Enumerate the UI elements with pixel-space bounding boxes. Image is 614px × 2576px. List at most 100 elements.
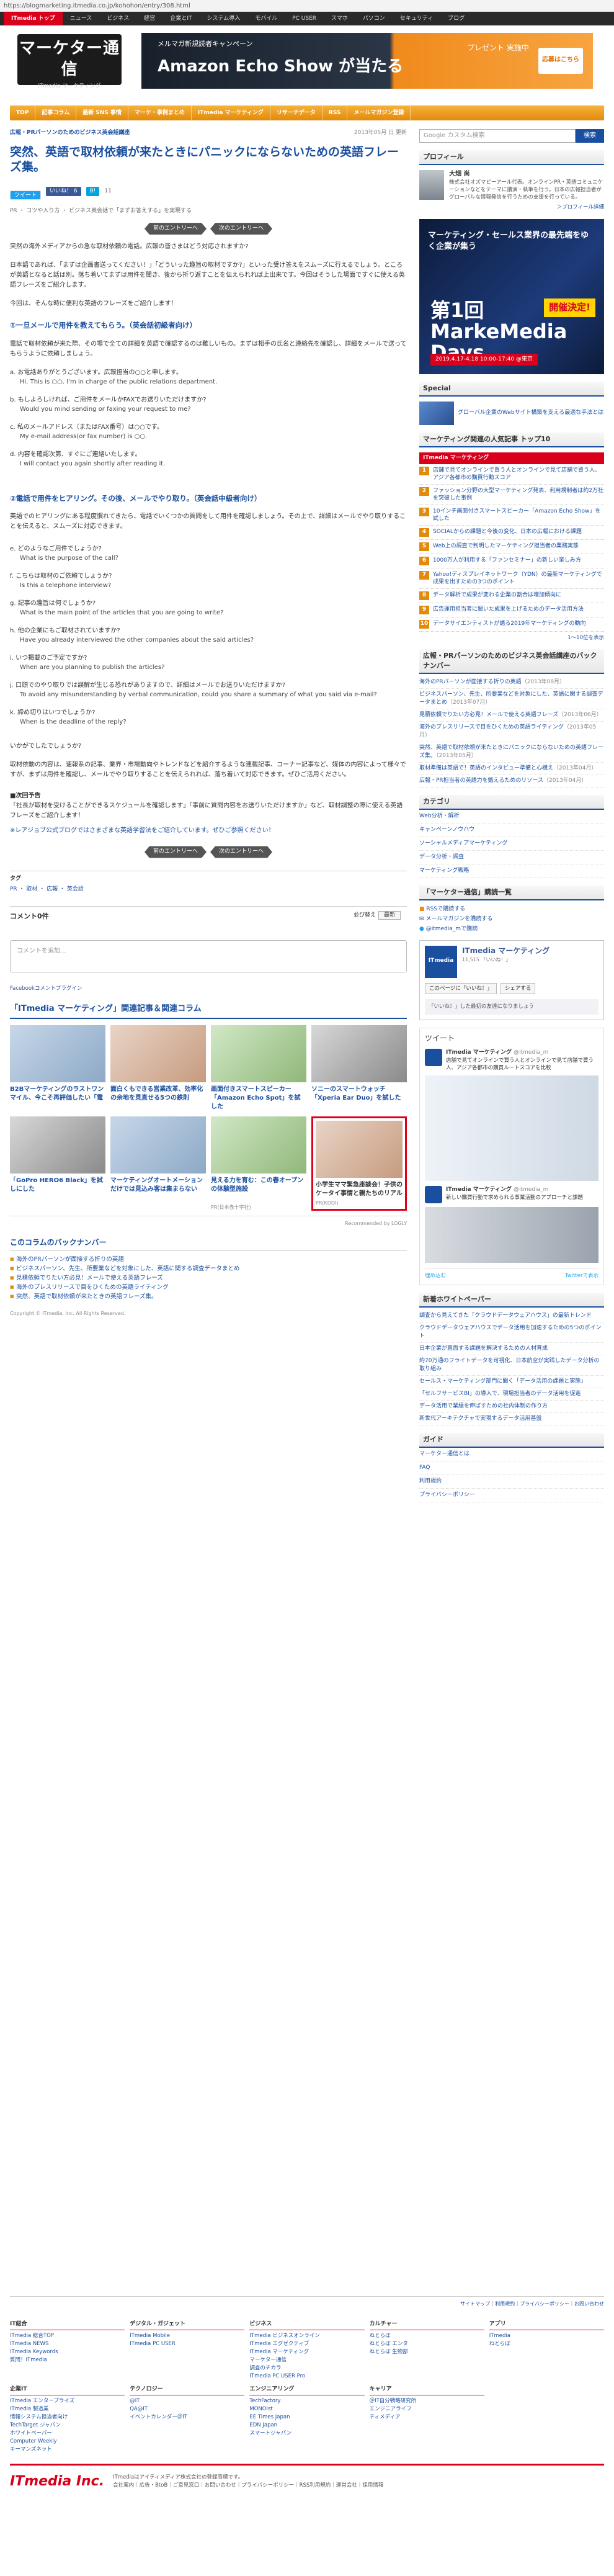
snav-item[interactable]: RSS (323, 105, 348, 120)
footer-link[interactable]: マーケター通信 (249, 2356, 364, 2364)
footer-link[interactable]: キーマンズネット (10, 2446, 125, 2454)
footer-link[interactable]: ティメディア (370, 2413, 484, 2421)
pr-backnumber-item[interactable]: 海外のPRパーソンが面接する折りの英語（2013年08月） (419, 676, 604, 689)
footer-link[interactable]: EDN Japan (249, 2421, 364, 2430)
related-card[interactable]: 見える力を育む：この春オープンの体験型施設 PR(日本赤十字社) (211, 1116, 306, 1211)
footer-link[interactable]: ITmedia エンタープライズ (10, 2397, 125, 2405)
tweet-image[interactable] (425, 1075, 598, 1182)
related-title[interactable]: 「GoPro HERO6 Black」を試しにした (10, 1177, 105, 1203)
pr-backnumber-item[interactable]: 取材準備は英語で！英語のインタビュー準備と心構え（2013年04月） (419, 763, 604, 775)
related-ad-card[interactable]: 小学生ママ緊急座談会！子供のケータイ事情と親たちのリアル PR(KDDI) (311, 1116, 407, 1211)
gnav-item[interactable]: ブログ (440, 12, 472, 25)
footer-link[interactable]: エンジニアライフ (370, 2405, 484, 2413)
snav-item[interactable]: リサーチデータ (270, 105, 323, 120)
footer-link[interactable]: 質問！ITmedia (10, 2356, 125, 2364)
related-card[interactable]: マーケティングオートメーションだけでは見込み客は集まらない (110, 1116, 206, 1211)
related-title[interactable]: 画面付きスマートスピーカー「Amazon Echo Spot」を試した (211, 1085, 306, 1111)
ranking-item[interactable]: 4 SOCIALからの課題と今後の変化、日本の広報における課題 (419, 526, 604, 540)
footer-link[interactable]: ITmedia Keywords (10, 2348, 125, 2356)
ad-apply-button[interactable]: 応募はこちら (538, 48, 583, 74)
ranking-item[interactable]: 2 ファッション分野の大型マーケティング発表、利用規制者は約2万社を突破した事例 (419, 485, 604, 505)
fb-page-name[interactable]: ITmedia マーケティング (462, 946, 549, 956)
url-bar[interactable]: https://blogmarketing.itmedia.co.jp/koho… (0, 0, 614, 12)
gnav-item[interactable]: パソコン (355, 12, 393, 25)
footer-link[interactable]: MONOist (249, 2405, 364, 2413)
backnumber-item[interactable]: 突然、英語で取材依頼が来たときの英語フレーズ集。 (10, 1292, 407, 1301)
event-banner[interactable]: マーケティング・セールス業界の最先端をゆく企業が集う 第1回 MarkeMedi… (419, 218, 604, 374)
ranking-item[interactable]: 5 Web上の調査で判明したマーケティング担当者の業務実態 (419, 540, 604, 554)
related-card[interactable]: ソニーのスマートウォッチ「Xperia Ear Duo」を試した (311, 1025, 407, 1111)
search-button[interactable]: 検索 (576, 129, 604, 143)
backnumber-item[interactable]: 見積依頼でりたい方必見！メールで使える英語フレーズ (10, 1273, 407, 1283)
special-title[interactable]: グローバル企業のWebサイト構築を支える最適な手法とは (458, 409, 603, 417)
related-title[interactable]: マーケティングオートメーションだけでは見込み客は集まらない (110, 1177, 206, 1203)
footer-link[interactable]: ITmedia 総合TOP (10, 2332, 125, 2340)
related-title[interactable]: B2Bマーケティングのラストワンマイル、今こそ再評価したい「電 (10, 1085, 105, 1111)
related-title[interactable]: 見える力を育む：この春オープンの体験型施設 (211, 1177, 306, 1203)
footer-link[interactable]: @IT (130, 2397, 244, 2405)
header-ad-banner[interactable]: メルマガ新規読者キャンペーン Amazon Echo Show が当たる プレゼ… (141, 33, 593, 89)
fb-comment-plugin-label[interactable]: Facebookコメントプラグイン (10, 985, 407, 992)
backnumber-item[interactable]: ビジネスパーソン、先生、所要業などを対象にした、英語に関する調査データまとめ (10, 1264, 407, 1273)
comment-input[interactable]: コメントを追加... (10, 940, 407, 972)
footer-link[interactable]: TechTarget ジャパン (10, 2421, 125, 2430)
ranking-item[interactable]: 9 広告運用担当者に聞いた成果を上げるためのデータ活用方法 (419, 603, 604, 617)
footer-link[interactable]: ねとらぼ 生物部 (370, 2348, 484, 2356)
footer-link[interactable]: ITmedia Mobile (130, 2332, 244, 2340)
recommended-by[interactable]: Recommended by LOGLY (10, 1216, 407, 1227)
footer-link[interactable]: ねとらぼ (370, 2332, 484, 2340)
search-input[interactable]: Google カスタム検索 (419, 129, 576, 143)
footer-link[interactable]: EE Times Japan (249, 2413, 364, 2421)
guide-item[interactable]: 利用規約 (419, 1475, 604, 1489)
like-button[interactable]: いいね！ 6 (46, 187, 81, 197)
snav-item[interactable]: ITmedia マーケティング (192, 105, 270, 120)
ranking-item[interactable]: 7 Yahoo!ディスプレイネットワーク（YDN）の最新マーケティングで成果を出す… (419, 568, 604, 589)
footer-link[interactable]: イベントカレンダー＠IT (130, 2413, 244, 2421)
guide-item[interactable]: マーケター通信とは (419, 1448, 604, 1462)
tag-links[interactable]: PR ・ 取材 ・ 広報 ・ 英会話 (10, 886, 407, 894)
related-title[interactable]: 小学生ママ緊急座談会！子供のケータイ事情と親たちのリアル (316, 1181, 403, 1198)
related-card[interactable]: 面白くもできる営業改革、効率化の余地を見直せる5つの鉄則 (110, 1025, 206, 1111)
ranking-title[interactable]: Yahoo!ディスプレイネットワーク（YDN）の最新マーケティングで成果を出すた… (433, 571, 604, 586)
fb-share-button[interactable]: シェアする (500, 982, 536, 995)
backnumber-item[interactable]: 海外のPRパーソンが面接する折りの英語 (10, 1255, 407, 1264)
gnav-item[interactable]: ニュース (63, 12, 100, 25)
category-item[interactable]: キャンペーンノウハウ (419, 824, 604, 837)
category-item[interactable]: マーケティング戦略 (419, 864, 604, 879)
ranking-item[interactable]: 8 データ解析で成果が変わる企業の割合は増加傾向に (419, 589, 604, 603)
ranking-title[interactable]: Web上の調査で判明したマーケティング担当者の業務実態 (433, 542, 579, 551)
footer-link[interactable]: 調査のチカラ (249, 2364, 364, 2372)
fb-page-logo[interactable]: ITmedia (425, 945, 457, 978)
tweet-author[interactable]: ITmedia マーケティング @itmedia_m (446, 1049, 598, 1057)
twitter-link[interactable]: ● @itmedia_mで購読 (419, 924, 604, 934)
footer-link[interactable]: ITmedia ビジネスオンライン (249, 2332, 364, 2340)
itmedia-logo[interactable]: ITmedia Inc. (10, 2472, 104, 2492)
profile-more-link[interactable]: ＞プロフィール詳細 (419, 204, 604, 211)
whitepaper-item[interactable]: 「セルフサービスBI」の導入で、現場担当者のデータ活用を促進 (419, 1388, 604, 1401)
gnav-item[interactable]: PC USER (285, 12, 324, 25)
snav-item[interactable]: 最新 SNS 事情 (76, 105, 128, 120)
prev-entry-button[interactable]: 前のエントリーへ (144, 223, 207, 235)
ranking-item[interactable]: 6 1000万人が利用する「ファンセミナー」の新しい楽しみ方 (419, 554, 604, 568)
category-item[interactable]: Web分析・解析 (419, 810, 604, 824)
snav-item[interactable]: TOP (10, 105, 36, 120)
snav-item[interactable]: 記事コラム (35, 105, 77, 120)
footer-link[interactable]: スマートジャパン (249, 2430, 364, 2438)
footer-link[interactable]: ITmedia NEWS (10, 2340, 125, 2348)
fb-like-button[interactable]: このページに「いいね！」 (425, 982, 497, 995)
pr-backnumber-item[interactable]: ビジネスパーソン、先生、所要業などを対象にした、英語に関する調査データまとめ（2… (419, 689, 604, 709)
special-item[interactable]: グローバル企業のWebサイト構築を支える最適な手法とは (419, 401, 604, 425)
gnav-item[interactable]: 経営 (136, 12, 162, 25)
tweet-view-link[interactable]: Twitterで表示 (565, 1272, 598, 1280)
ranking-item[interactable]: 3 10インチ画面付きスマートスピーカー「Amazon Echo Show」を試し… (419, 505, 604, 526)
whitepaper-item[interactable]: クラウドデータウェアハウスでデータ活用を加速するための5つのポイント (419, 1322, 604, 1344)
footer-link[interactable]: ねとらぼ エンタ (370, 2340, 484, 2348)
footer-link[interactable]: ねとらぼ (489, 2340, 604, 2348)
whitepaper-item[interactable]: 約70万通のフライトデータを可視化、日本航空が実践したデータ分析の取り組み (419, 1355, 604, 1376)
pr-backnumber-item[interactable]: 海外のプレスリリースで目をひくための英語ライティング（2013年05月） (419, 722, 604, 742)
pr-backnumber-item[interactable]: 突然、英語で取材依頼が来たときにパニックにならないための英語フレーズ集。（201… (419, 742, 604, 763)
whitepaper-item[interactable]: 調査から見えてきた「クラウドデータウェアハウス」の最新トレンド (419, 1310, 604, 1323)
related-card[interactable]: 「GoPro HERO6 Black」を試しにした (10, 1116, 105, 1211)
breadcrumb[interactable]: 広報・PRパーソンのためのビジネス英会話講座 (10, 129, 407, 137)
rss-link[interactable]: ■ RSSで購読する (419, 904, 604, 914)
